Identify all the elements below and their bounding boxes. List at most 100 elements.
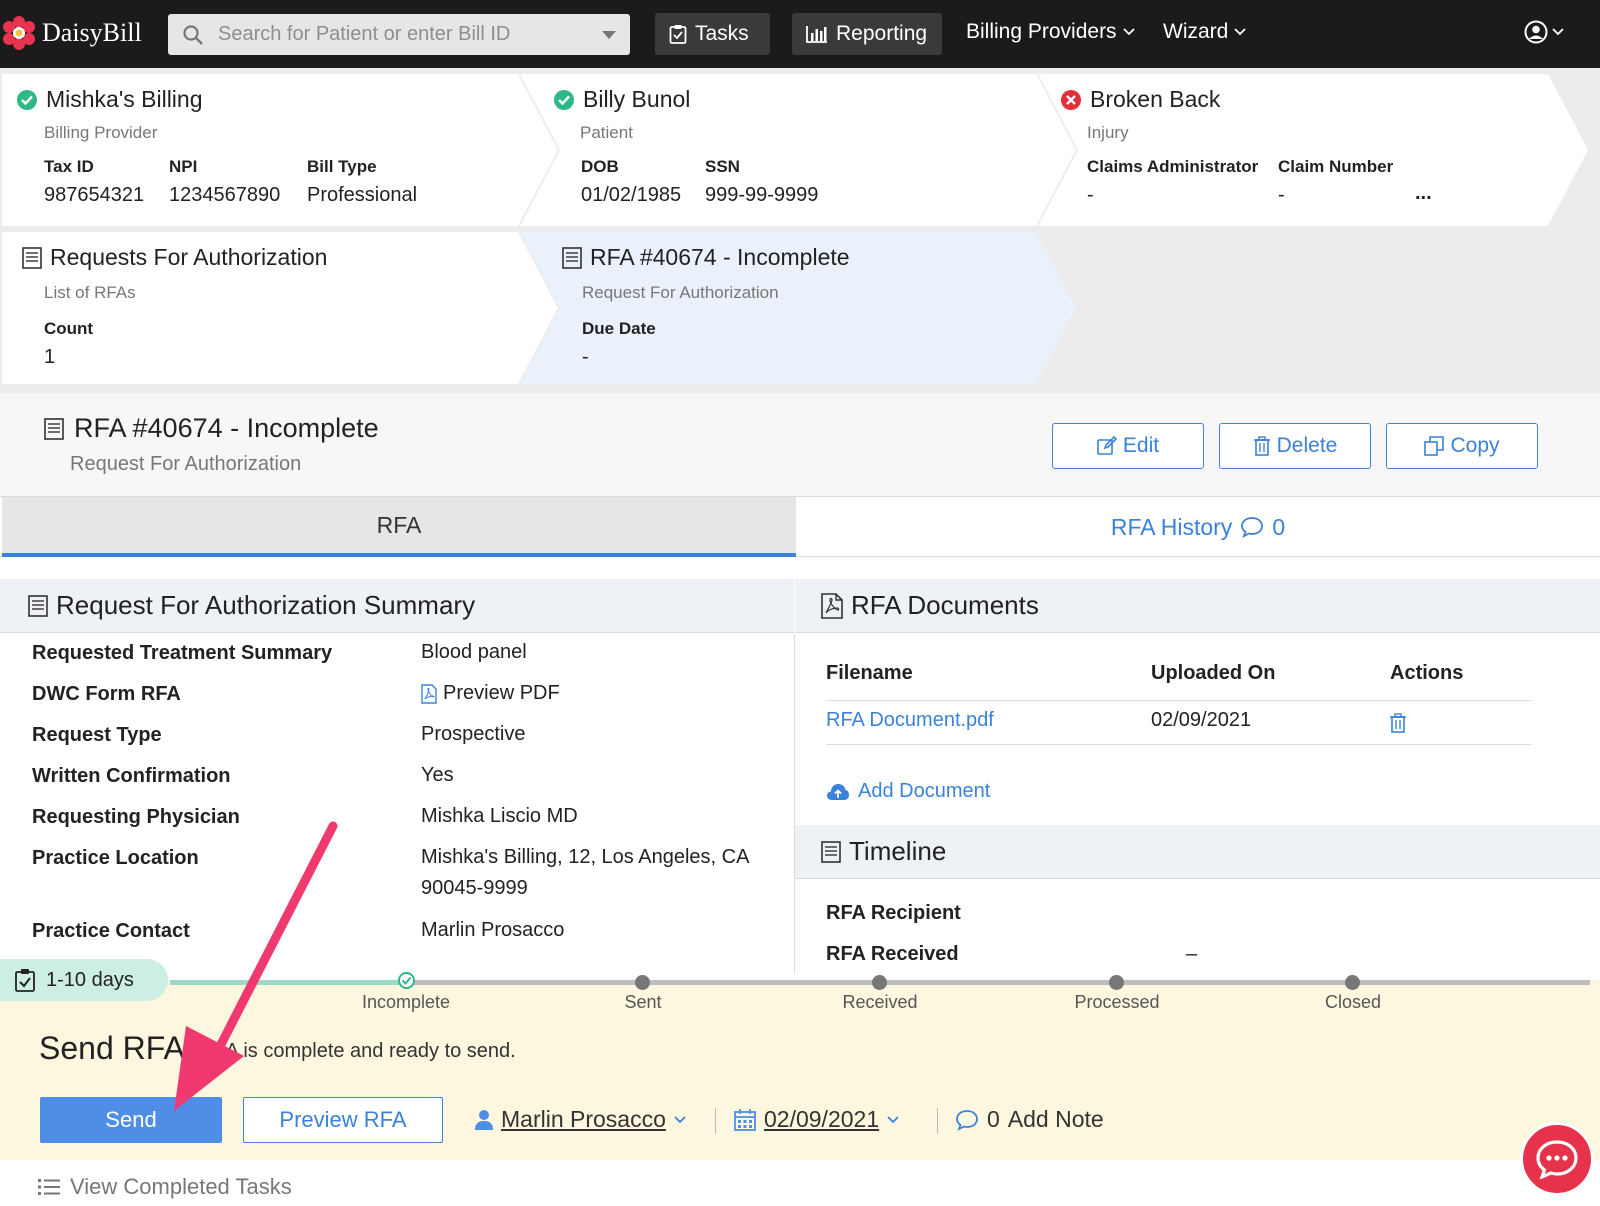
brand-logo[interactable]: DaisyBill (2, 16, 142, 50)
document-filename-link[interactable]: RFA Document.pdf (826, 709, 994, 732)
tax-id-value: 987654321 (44, 184, 145, 206)
task-panel: 1-10 days Incomplete Sent Received Proce… (0, 959, 1600, 1160)
step-dot (872, 975, 887, 990)
field-label: Claims Administrator (1087, 157, 1259, 176)
history-count: 0 (1272, 513, 1286, 540)
search-icon (183, 25, 203, 45)
wizard-menu[interactable]: Wizard (1163, 20, 1246, 44)
chat-bubble-icon (1536, 1140, 1578, 1179)
ssn-value: 999-99-9999 (705, 184, 819, 206)
summary-value: Mishka Liscio MD (421, 805, 578, 827)
preview-rfa-button[interactable]: Preview RFA (243, 1097, 443, 1143)
table-divider (826, 744, 1531, 745)
preview-pdf-link[interactable]: Preview PDF (421, 678, 560, 709)
chevron-down-icon (1234, 28, 1246, 36)
billing-providers-menu[interactable]: Billing Providers (966, 20, 1135, 44)
cloud-upload-icon (827, 783, 849, 800)
search-box[interactable] (168, 14, 630, 55)
billing-provider-name: Mishka's Billing (46, 86, 203, 112)
send-button[interactable]: Send (40, 1097, 222, 1143)
caret-down-icon[interactable] (602, 31, 616, 39)
clipboard-check-icon (669, 25, 687, 44)
record-tabs: RFA RFA History 0 (0, 497, 1600, 557)
due-date-select[interactable]: 02/09/2021 (734, 1106, 899, 1133)
field-label: Claim Number (1278, 157, 1394, 176)
timeline-title: Timeline (849, 836, 947, 866)
tab-rfa-history[interactable]: RFA History 0 (796, 497, 1600, 557)
pdf-file-icon (821, 592, 843, 619)
pdf-file-icon (421, 683, 437, 704)
summary-value: Marlin Prosacco (421, 919, 565, 941)
calendar-icon (734, 1108, 756, 1131)
delete-button[interactable]: Delete (1219, 423, 1371, 469)
dob-value: 01/02/1985 (581, 184, 682, 206)
separator (937, 1108, 938, 1134)
card-subtitle: Billing Provider (44, 123, 158, 142)
due-date-value: - (582, 346, 589, 368)
rfa-doc-icon (562, 246, 582, 269)
table-divider (826, 700, 1531, 701)
summary-value: Prospective (421, 723, 526, 745)
page-title: RFA #40674 - Incomplete (74, 413, 379, 443)
chevron-down-icon (887, 1115, 899, 1123)
add-note-link[interactable]: 0 Add Note (955, 1106, 1104, 1133)
card-subtitle: Patient (580, 123, 633, 142)
field-label: Count (44, 319, 94, 338)
user-icon (475, 1109, 493, 1130)
separator (715, 1108, 716, 1134)
field-label: Tax ID (44, 157, 94, 176)
summary-label: Requested Treatment Summary (32, 642, 333, 664)
trash-icon[interactable] (1389, 713, 1407, 733)
reporting-button[interactable]: Reporting (792, 13, 942, 55)
more-link[interactable]: ... (1415, 182, 1432, 205)
task-progress-fill (170, 980, 405, 985)
timeline-label: RFA Received (826, 943, 959, 965)
comment-icon (956, 1109, 978, 1131)
daisy-icon (3, 16, 35, 50)
field-label: SSN (705, 157, 740, 176)
step-dot (1345, 975, 1360, 990)
step-complete-icon (398, 972, 415, 989)
rfa-doc-icon (28, 594, 48, 617)
field-label: Due Date (582, 319, 656, 338)
record-header: RFA #40674 - Incomplete Request For Auth… (0, 393, 1600, 497)
check-circle-icon (554, 89, 574, 110)
clipboard-check-icon (15, 969, 35, 992)
copy-button[interactable]: Copy (1386, 423, 1538, 469)
document-uploaded-date: 02/09/2021 (1151, 709, 1252, 731)
column-header: Actions (1390, 662, 1464, 684)
search-input[interactable] (218, 14, 588, 55)
summary-title: Request For Authorization Summary (56, 590, 476, 620)
context-breadcrumbs: Mishka's Billing Billing Provider Tax ID… (0, 68, 1600, 393)
user-menu[interactable] (1524, 20, 1564, 44)
tab-rfa[interactable]: RFA (2, 497, 796, 557)
rfa-current-title: RFA #40674 - Incomplete (590, 244, 850, 270)
error-circle-icon (1061, 89, 1081, 110)
step-label: Incomplete (361, 992, 451, 1012)
copy-icon (1424, 436, 1445, 456)
assignee-select[interactable]: Marlin Prosacco (475, 1106, 686, 1133)
summary-label: DWC Form RFA (32, 683, 181, 705)
add-document-link[interactable]: Add Document (826, 780, 990, 803)
claim-number-value: - (1278, 184, 1285, 206)
column-header: Uploaded On (1151, 662, 1276, 684)
top-nav: DaisyBill Tasks Reporting Billing Provid… (0, 0, 1600, 68)
tasks-button[interactable]: Tasks (655, 13, 770, 55)
summary-label: Requesting Physician (32, 806, 240, 828)
edit-button[interactable]: Edit (1052, 423, 1204, 469)
check-circle-icon (17, 89, 37, 110)
timeline-label: RFA Recipient (826, 902, 961, 924)
field-label: DOB (581, 157, 619, 176)
bill-type-value: Professional (307, 184, 418, 206)
column-divider (794, 634, 795, 974)
view-completed-tasks-link[interactable]: View Completed Tasks (38, 1174, 292, 1200)
rfa-doc-icon (821, 840, 841, 863)
step-label: Processed (1074, 992, 1160, 1012)
documents-title: RFA Documents (851, 590, 1039, 620)
task-duration-badge: 1-10 days (0, 959, 168, 1001)
task-title: Send RFA (39, 1030, 185, 1066)
comment-icon (1241, 517, 1264, 538)
chat-widget-button[interactable] (1520, 1122, 1594, 1196)
injury-name: Broken Back (1090, 86, 1221, 112)
summary-label: Practice Contact (32, 920, 190, 942)
